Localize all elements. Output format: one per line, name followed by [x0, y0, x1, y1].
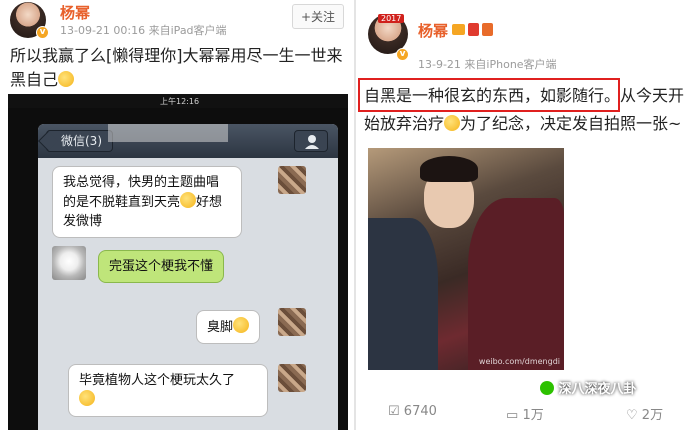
post-text-line: 黑自己	[10, 68, 354, 92]
chat-bubble-green: 完蛋这个梗我不懂	[98, 250, 225, 283]
chat-bubble-received: 臭脚	[196, 310, 261, 344]
like-icon: ♡	[626, 408, 638, 423]
hair-shape	[420, 156, 478, 182]
watermark-text: 深八深夜八卦	[558, 382, 637, 397]
message-span: 的是不脱鞋直到天亮	[63, 195, 181, 210]
vip-crown-icon	[452, 24, 465, 35]
comment-action[interactable]: ▭ 1万	[506, 404, 544, 423]
message-text: 的是不脱鞋直到天亮 好想	[63, 192, 231, 212]
message-text	[79, 390, 257, 410]
red-packet-icon	[482, 23, 493, 36]
avatar-badge: 2017	[378, 14, 405, 23]
selfie-photo[interactable]: weibo.com/dmengdi	[368, 148, 564, 370]
right-weibo-post: 2017 v 杨幂 13-9-21 来自iPhone客户端 自黑是一种很玄的东西…	[356, 0, 692, 430]
post-text-span: 始放弃治疗	[364, 114, 445, 133]
friend-avatar[interactable]	[52, 246, 86, 280]
username[interactable]: 杨幂	[418, 20, 448, 41]
post-text-line: 始放弃治疗 为了纪念，决定发自拍照一张~	[364, 112, 690, 136]
source-watermark: 深八深夜八卦	[540, 378, 637, 397]
blurred-region	[108, 124, 228, 142]
status-time: 上午12:16	[160, 97, 200, 106]
repost-icon: ☑	[388, 404, 400, 419]
status-bar: 上午12:16	[8, 94, 348, 108]
repost-action[interactable]: ☑ 6740	[388, 404, 437, 419]
sender-avatar[interactable]	[278, 166, 306, 194]
like-count: 2万	[641, 408, 664, 423]
emoji-icon	[58, 71, 75, 87]
follow-button[interactable]: +关注	[292, 4, 345, 29]
post-text-line: 所以我赢了么[懒得理你]大幂幂用尽一生一世来	[10, 46, 343, 65]
message-text: 我总觉得，快男的主题曲唱	[63, 175, 220, 190]
left-weibo-post: v 杨幂 13-09-21 00:16 来自iPad客户端 +关注 所以我赢了么…	[0, 0, 354, 430]
photo-watermark: weibo.com/dmengdi	[478, 357, 560, 366]
emoji-icon	[233, 317, 250, 333]
verified-badge-icon: v	[36, 26, 49, 39]
post-text-span: 为了纪念，决定发自拍照一张~	[460, 114, 682, 133]
post-text-span: 从今天开	[620, 86, 685, 105]
comment-count: 1万	[522, 408, 544, 423]
message-text: 发微博	[63, 214, 103, 229]
message-span: 臭脚	[207, 320, 234, 335]
emoji-icon	[180, 192, 197, 208]
person-icon	[305, 135, 319, 149]
post-text: 所以我赢了么[懒得理你]大幂幂用尽一生一世来 黑自己	[10, 44, 354, 92]
message-text: 毕竟植物人这个梗玩太久了	[79, 373, 236, 388]
chat-bubble-received: 毕竟植物人这个梗玩太久了	[68, 364, 268, 417]
repost-count: 6740	[403, 404, 437, 419]
emoji-icon	[444, 115, 461, 131]
chat-window: 微信(3) 我总觉得，快男的主题曲唱 的是不脱鞋直到天亮 好想 发微博 完蛋这个梗…	[38, 124, 338, 430]
verified-badge-icon: v	[396, 48, 409, 61]
post-text-line: 自黑是一种很玄的东西，如影随行。从今天开	[364, 84, 690, 108]
like-action[interactable]: ♡ 2万	[626, 404, 663, 423]
chat-screenshot: 上午12:16 微信(3) 我总觉得，快男的主题曲唱 的是不脱鞋直到天亮 好想 发…	[8, 94, 348, 430]
post-text-span: 黑自己	[10, 70, 59, 89]
wechat-logo-icon	[540, 381, 554, 395]
red-envelope-icon	[468, 23, 479, 36]
highlighted-text: 自黑是一种很玄的东西，如影随行。	[364, 86, 621, 105]
username[interactable]: 杨幂	[60, 2, 90, 23]
sender-avatar[interactable]	[278, 364, 306, 392]
emoji-icon	[79, 390, 95, 406]
post-meta: 13-9-21 来自iPhone客户端	[418, 58, 557, 71]
post-meta: 13-09-21 00:16 来自iPad客户端	[60, 24, 227, 37]
post-text: 自黑是一种很玄的东西，如影随行。从今天开 始放弃治疗 为了纪念，决定发自拍照一张~	[364, 84, 690, 136]
back-button[interactable]: 微信(3)	[46, 130, 113, 152]
comment-icon: ▭	[506, 408, 519, 423]
contact-info-button[interactable]	[294, 130, 328, 152]
chat-bubble-received: 我总觉得，快男的主题曲唱 的是不脱鞋直到天亮 好想 发微博	[52, 166, 242, 238]
sender-avatar[interactable]	[278, 308, 306, 336]
person-shape	[468, 198, 564, 370]
person-shape	[368, 218, 438, 370]
message-span: 好想	[196, 195, 223, 210]
